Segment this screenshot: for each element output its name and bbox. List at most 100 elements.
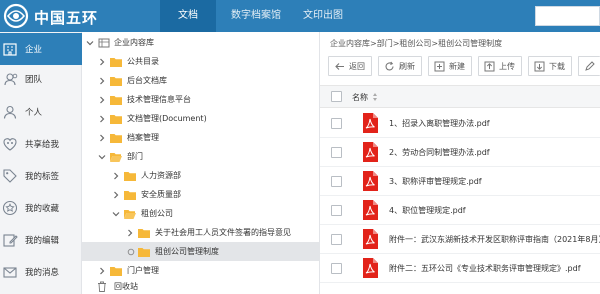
folder-icon: [110, 266, 122, 276]
chevron-right-icon[interactable]: [98, 96, 106, 104]
edit-button[interactable]: [578, 56, 600, 76]
nav-team[interactable]: 团队: [0, 63, 82, 95]
tree-item-recycle-bin[interactable]: 回收站: [82, 277, 320, 294]
nav-label: 我的收藏: [25, 204, 60, 214]
row-checkbox[interactable]: [331, 234, 342, 245]
table-row[interactable]: 1、招录入离职管理办法.pdf: [320, 109, 600, 138]
edit-icon: [585, 61, 595, 71]
tree-item-label: 回收站: [114, 282, 138, 291]
person-icon: [3, 105, 17, 119]
chevron-right-icon[interactable]: [112, 172, 120, 180]
nav-enterprise[interactable]: 企业: [0, 33, 82, 65]
row-checkbox[interactable]: [331, 147, 342, 158]
file-name[interactable]: 3、职称评审管理规定.pdf: [389, 176, 482, 187]
table-row[interactable]: 4、职位管理规定.pdf: [320, 196, 600, 225]
tree-item-label: 档案管理: [127, 133, 159, 142]
nav-label: 个人: [25, 108, 43, 118]
nav-label: 共享给我: [25, 140, 60, 150]
chevron-right-icon[interactable]: [98, 115, 106, 123]
tree-item-folder[interactable]: 人力资源部: [82, 166, 320, 185]
tab-digital-archive[interactable]: 数字档案馆: [222, 0, 290, 32]
tree-item-label: 人力资源部: [141, 171, 181, 180]
nav-personal[interactable]: 个人: [0, 96, 82, 128]
breadcrumb: 企业内容库>部门>租创公司>租创公司管理制度: [330, 39, 503, 48]
table-row[interactable]: 附件一：武汉东湖新技术开发区职称评审指南（2021年8月）: [320, 225, 600, 254]
download-button[interactable]: 下载: [528, 56, 572, 76]
nav-label: 我的消息: [25, 268, 60, 278]
chevron-down-icon[interactable]: [86, 39, 94, 47]
folder-icon: [124, 190, 136, 200]
column-header-name[interactable]: 名称: [352, 92, 368, 103]
back-button[interactable]: 返回: [328, 56, 372, 76]
chevron-right-icon[interactable]: [112, 191, 120, 199]
chevron-right-icon[interactable]: [98, 267, 106, 275]
file-name[interactable]: 4、职位管理规定.pdf: [389, 205, 466, 216]
file-name[interactable]: 1、招录入离职管理办法.pdf: [389, 118, 490, 129]
chevron-down-icon[interactable]: [112, 210, 120, 218]
table-row[interactable]: 附件二：五环公司《专业技术职务评审管理规定》.pdf: [320, 254, 600, 283]
new-icon: [434, 61, 445, 72]
file-name[interactable]: 附件二：五环公司《专业技术职务评审管理规定》.pdf: [389, 263, 581, 274]
pdf-file-icon: [363, 229, 378, 249]
sort-icon[interactable]: [372, 92, 378, 102]
upload-button[interactable]: 上传: [478, 56, 522, 76]
file-panel: 企业内容库>部门>租创公司>租创公司管理制度 返回 刷新 新建 上传 下载 名称: [320, 32, 600, 294]
tree-item-folder[interactable]: 租创公司: [82, 204, 320, 223]
database-icon: [98, 38, 110, 47]
tree-item-label: 安全质量部: [141, 190, 181, 199]
tree-item-folder[interactable]: 安全质量部: [82, 185, 320, 204]
nav-my-tags[interactable]: 我的标签: [0, 160, 82, 192]
nav-my-favorites[interactable]: 我的收藏: [0, 192, 82, 224]
chevron-right-icon[interactable]: [98, 134, 106, 142]
back-arrow-icon: [335, 63, 344, 70]
row-checkbox[interactable]: [331, 205, 342, 216]
app-logo[interactable]: 中国五环: [0, 0, 160, 32]
pdf-file-icon: [363, 113, 378, 133]
table-row[interactable]: 2、劳动合同制管理办法.pdf: [320, 138, 600, 167]
tree-item-label: 门户管理: [127, 266, 159, 275]
tree-item-label: 关于社会用工人员文件签署的指导意见: [155, 228, 291, 237]
chevron-down-icon[interactable]: [98, 153, 106, 161]
new-button[interactable]: 新建: [428, 56, 472, 76]
folder-icon: [110, 114, 122, 124]
tree-item-folder[interactable]: 部门: [82, 147, 320, 166]
select-all-checkbox[interactable]: [331, 91, 342, 102]
nav-shared-with-me[interactable]: 共享给我: [0, 128, 82, 160]
table-row[interactable]: 3、职称评审管理规定.pdf: [320, 167, 600, 196]
chevron-right-icon[interactable]: [126, 229, 134, 237]
folder-open-icon: [110, 152, 122, 162]
chevron-right-icon[interactable]: [98, 58, 106, 66]
folder-tree: 企业内容库 公共目录 后台文档库 技术管理信息平台 文档管理(Document)…: [82, 32, 320, 294]
tree-item-selected[interactable]: 租创公司管理制度: [82, 242, 320, 261]
folder-icon: [110, 76, 122, 86]
left-nav: 企业 团队 个人 共享给我 我的标签 我的收藏 我的编辑 我的消息: [0, 32, 82, 294]
nav-label: 我的编辑: [25, 236, 60, 246]
tab-print[interactable]: 文印出图: [294, 0, 352, 32]
global-search-input[interactable]: [535, 6, 600, 26]
nav-label: 团队: [25, 75, 43, 85]
chevron-right-icon[interactable]: [98, 77, 106, 85]
nav-my-edits[interactable]: 我的编辑: [0, 224, 82, 256]
tree-item-label: 部门: [127, 152, 143, 161]
tree-item-folder[interactable]: 档案管理: [82, 128, 320, 147]
tree-item-folder[interactable]: 技术管理信息平台: [82, 90, 320, 109]
file-name[interactable]: 2、劳动合同制管理办法.pdf: [389, 147, 490, 158]
row-checkbox[interactable]: [331, 118, 342, 129]
app-logo-text: 中国五环: [34, 9, 99, 27]
folder-open-icon: [124, 209, 136, 219]
folder-icon: [110, 133, 122, 143]
row-checkbox[interactable]: [331, 263, 342, 274]
refresh-button[interactable]: 刷新: [378, 56, 422, 76]
tab-documents[interactable]: 文档: [160, 0, 216, 32]
tree-item-folder[interactable]: 文档管理(Document): [82, 109, 320, 128]
row-checkbox[interactable]: [331, 176, 342, 187]
table-header: 名称: [320, 86, 600, 108]
tree-item-root[interactable]: 企业内容库: [82, 33, 320, 52]
nav-my-messages[interactable]: 我的消息: [0, 256, 82, 288]
tree-item-label: 后台文档库: [127, 76, 167, 85]
tree-item-folder[interactable]: 关于社会用工人员文件签署的指导意见: [82, 223, 320, 242]
file-name[interactable]: 附件一：武汉东湖新技术开发区职称评审指南（2021年8月）: [389, 234, 600, 245]
tree-item-folder[interactable]: 后台文档库: [82, 71, 320, 90]
tree-item-folder[interactable]: 公共目录: [82, 52, 320, 71]
folder-icon: [124, 171, 136, 181]
